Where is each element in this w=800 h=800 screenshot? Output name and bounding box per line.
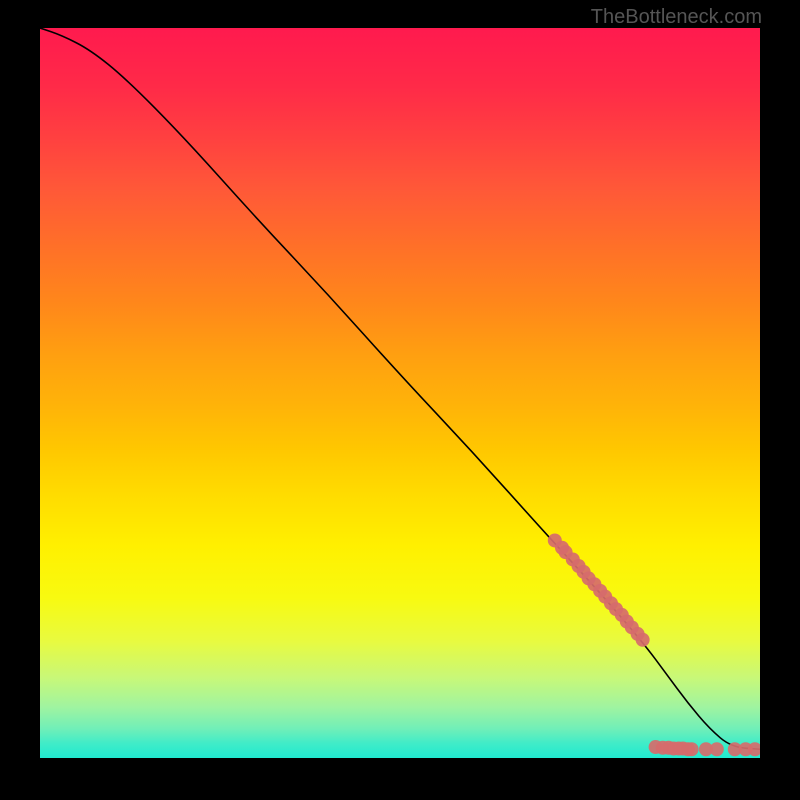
scatter-points bbox=[40, 28, 760, 758]
chart-container: TheBottleneck.com bbox=[0, 0, 800, 800]
watermark: TheBottleneck.com bbox=[591, 6, 762, 29]
plot-area bbox=[40, 28, 760, 758]
